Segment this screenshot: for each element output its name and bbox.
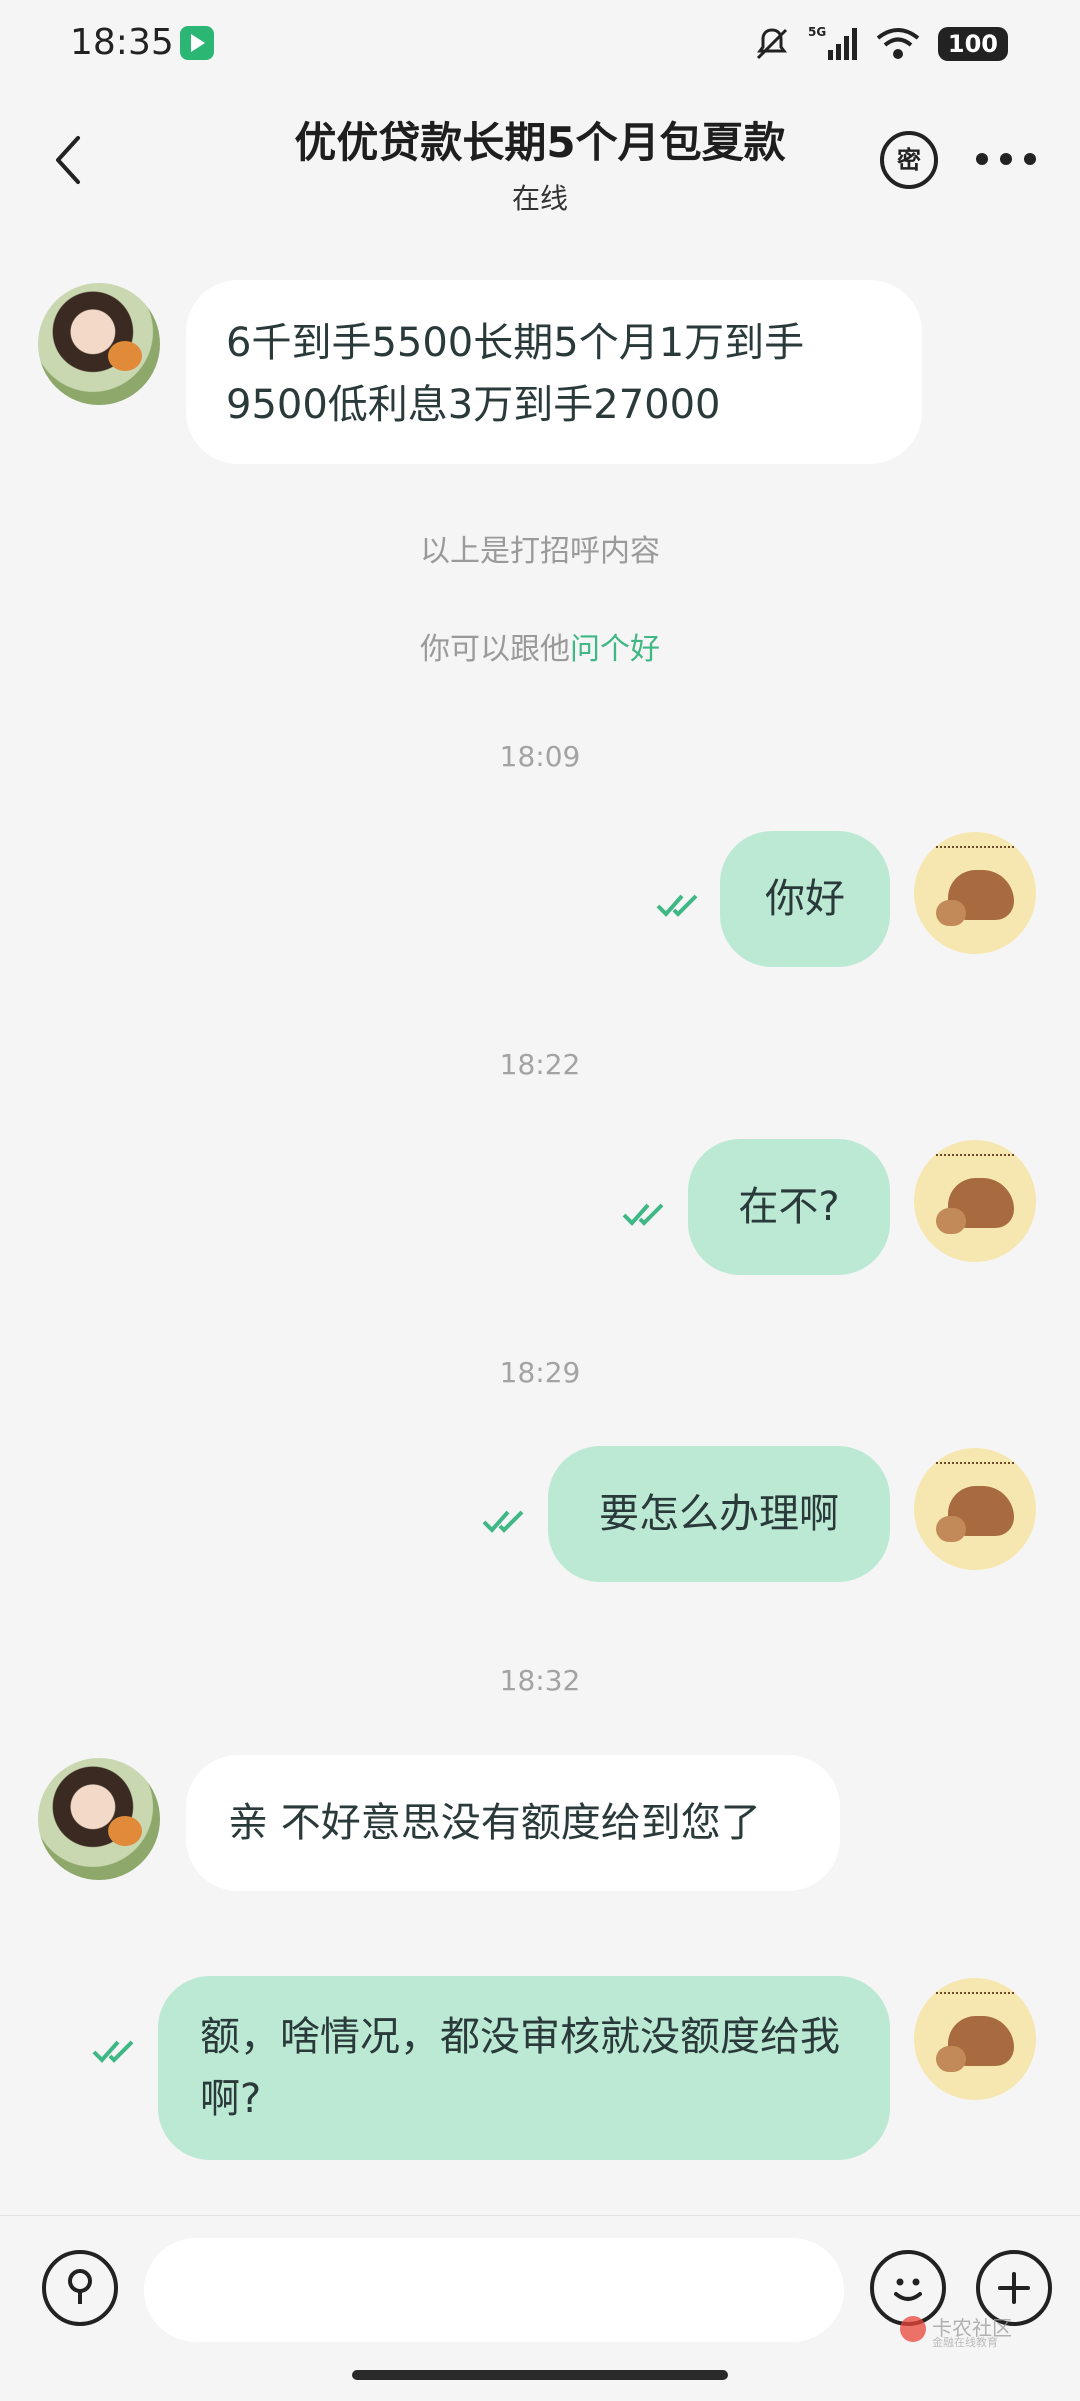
dot-icon: [976, 153, 988, 165]
watermark-subtitle: 金融在线教育: [932, 2336, 998, 2349]
microphone-icon: [68, 2269, 92, 2304]
read-check-icon: [656, 894, 698, 917]
message-bubble-outgoing[interactable]: 额，啥情况，都没审核就没额度给我啊?: [158, 1976, 890, 2160]
app-icon: [180, 26, 214, 60]
read-check-icon: [482, 1510, 524, 1533]
avatar-decoration: [932, 1992, 1022, 2000]
message-bubble-outgoing[interactable]: 你好: [720, 831, 890, 967]
status-time: 18:35: [70, 22, 174, 63]
message-bubble-incoming[interactable]: 6千到手5500长期5个月1万到手9500低利息3万到手27000: [186, 280, 922, 464]
avatar-decoration: [932, 1462, 1022, 1470]
message-input[interactable]: [144, 2238, 844, 2342]
message-bubble-outgoing[interactable]: 要怎么办理啊: [548, 1446, 890, 1582]
my-avatar[interactable]: [914, 832, 1036, 954]
my-avatar[interactable]: [914, 1978, 1036, 2100]
status-bar: 18:35 5G 100: [0, 0, 1080, 90]
my-avatar[interactable]: [914, 1448, 1036, 1570]
greeting-note: 以上是打招呼内容: [420, 534, 660, 569]
mute-icon: [756, 28, 787, 60]
signal-icon: 5G: [808, 25, 857, 60]
wifi-icon: [876, 28, 920, 59]
contact-avatar[interactable]: [38, 283, 160, 405]
capybara-baby-icon: [936, 2046, 966, 2072]
my-avatar[interactable]: [914, 1140, 1036, 1262]
capybara-baby-icon: [936, 900, 966, 926]
home-indicator[interactable]: [352, 2370, 728, 2380]
avatar-decoration: [932, 1154, 1022, 1162]
message-bubble-outgoing[interactable]: 在不?: [688, 1139, 890, 1275]
say-hello-link[interactable]: 问个好: [570, 632, 660, 667]
watermark-logo-icon: [900, 2316, 926, 2342]
dot-icon: [1024, 153, 1036, 165]
capybara-baby-icon: [936, 1516, 966, 1542]
secret-chat-button[interactable]: 密: [880, 131, 938, 189]
timestamp: 18:32: [499, 1664, 581, 1697]
message-bubble-incoming[interactable]: 亲 不好意思没有额度给到您了: [186, 1755, 840, 1891]
timestamp: 18:22: [499, 1048, 581, 1081]
timestamp: 18:09: [499, 740, 581, 773]
watermark: 卡农社区 金融在线教育: [900, 2312, 1050, 2352]
say-hello-prefix: 你可以跟他: [420, 632, 570, 667]
avatar-decoration: [932, 846, 1022, 854]
network-label: 5G: [808, 25, 826, 39]
status-icons: 5G 100: [752, 24, 1008, 64]
timestamp: 18:29: [499, 1356, 581, 1389]
read-check-icon: [622, 1203, 664, 1226]
chat-header: 优优贷款长期5个月包夏款 在线 密: [0, 95, 1080, 225]
say-hello-prompt: 你可以跟他问个好: [0, 624, 1080, 668]
contact-avatar[interactable]: [38, 1758, 160, 1880]
read-check-icon: [92, 2040, 134, 2063]
battery-icon: 100: [937, 27, 1008, 61]
more-options-button[interactable]: [976, 147, 1036, 171]
dot-icon: [1000, 153, 1012, 165]
voice-input-button[interactable]: [42, 2250, 118, 2326]
capybara-baby-icon: [936, 1208, 966, 1234]
